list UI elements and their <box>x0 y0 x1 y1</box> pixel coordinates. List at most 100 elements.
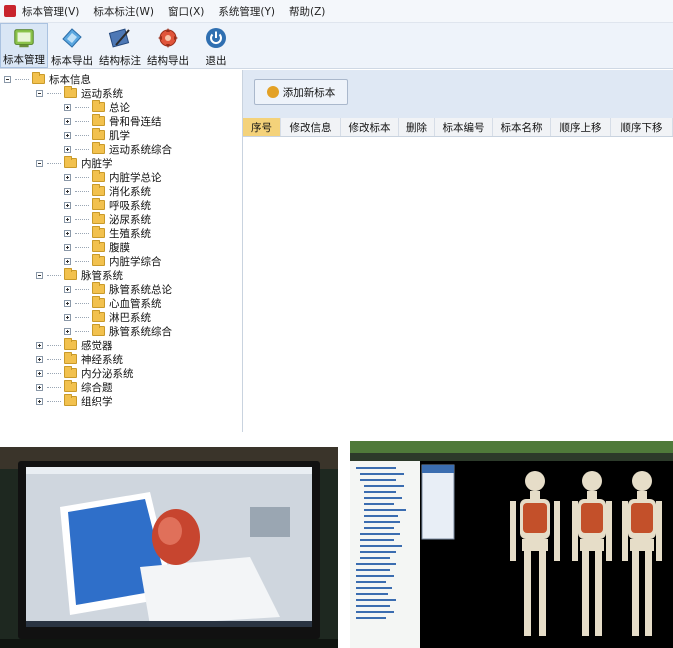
tree-leaf-label: 内脏学综合 <box>109 255 162 268</box>
expand-toggle-icon[interactable] <box>64 173 71 181</box>
expand-toggle-icon[interactable] <box>64 257 71 265</box>
tree-root[interactable]: 标本信息 <box>4 72 91 86</box>
tree-root-label: 标本信息 <box>49 73 91 86</box>
tree-leaf[interactable]: 骨和骨连结 <box>64 114 162 128</box>
tree-leaf[interactable]: 脉管系统综合 <box>64 324 172 338</box>
expand-toggle-icon[interactable] <box>64 327 71 335</box>
tree-leaf[interactable]: 腹膜 <box>64 240 130 254</box>
expand-toggle-icon[interactable] <box>64 243 71 251</box>
structure-export-label: 结构导出 <box>147 55 189 67</box>
tree-node-label: 内脏学 <box>81 157 113 170</box>
tree-node-vascular[interactable]: 脉管系统 <box>36 268 123 282</box>
folder-icon <box>92 296 105 308</box>
column-header-specimen-id[interactable]: 标本编号 <box>435 118 493 136</box>
expand-toggle-icon[interactable] <box>64 215 71 223</box>
menubar: 标本管理(V) 标本标注(W) 窗口(X) 系统管理(Y) 帮助(Z) <box>0 0 673 23</box>
expand-toggle-icon[interactable] <box>64 229 71 237</box>
expand-toggle-icon[interactable] <box>64 285 71 293</box>
expand-toggle-icon[interactable] <box>36 369 43 377</box>
expand-toggle-icon[interactable] <box>64 299 71 307</box>
folder-icon <box>64 380 77 392</box>
column-header-index[interactable]: 序号 <box>243 118 281 136</box>
column-header-specimen-name[interactable]: 标本名称 <box>493 118 551 136</box>
structure-export-button[interactable]: 结构导出 <box>144 23 192 68</box>
column-header-edit-specimen[interactable]: 修改标本 <box>341 118 399 136</box>
tree-leaf[interactable]: 淋巴系统 <box>64 310 151 324</box>
tree-leaf[interactable]: 泌尿系统 <box>64 212 151 226</box>
expand-toggle-icon[interactable] <box>36 397 43 405</box>
collapse-toggle-icon[interactable] <box>4 75 11 83</box>
collapse-toggle-icon[interactable] <box>36 271 43 279</box>
tree-node-histology[interactable]: 组织学 <box>36 394 113 408</box>
tree-node-viscera[interactable]: 内脏学 <box>36 156 113 170</box>
menu-specimen-annotate[interactable]: 标本标注(W) <box>93 4 154 19</box>
folder-icon <box>64 394 77 406</box>
expand-toggle-icon[interactable] <box>64 103 71 111</box>
tree-node-label: 组织学 <box>81 395 113 408</box>
tree-node-endocrine[interactable]: 内分泌系统 <box>36 366 134 380</box>
tree-node-comprehensive[interactable]: 综合题 <box>36 380 113 394</box>
expand-toggle-icon[interactable] <box>64 145 71 153</box>
folder-icon <box>92 226 105 238</box>
expand-toggle-icon[interactable] <box>36 355 43 363</box>
menu-system-manage[interactable]: 系统管理(Y) <box>218 4 275 19</box>
folder-icon <box>92 128 105 140</box>
tree-node-label: 脉管系统 <box>81 269 123 282</box>
expand-toggle-icon[interactable] <box>64 117 71 125</box>
tree-leaf[interactable]: 内脏学综合 <box>64 254 162 268</box>
column-header-delete[interactable]: 删除 <box>399 118 435 136</box>
folder-icon <box>92 114 105 126</box>
folder-icon <box>92 282 105 294</box>
folder-icon <box>92 170 105 182</box>
tree-leaf[interactable]: 生殖系统 <box>64 226 151 240</box>
expand-toggle-icon[interactable] <box>36 383 43 391</box>
tree-leaf[interactable]: 呼吸系统 <box>64 198 151 212</box>
tree-leaf[interactable]: 心血管系统 <box>64 296 162 310</box>
exit-button[interactable]: 退出 <box>192 23 240 68</box>
add-icon <box>266 86 279 98</box>
tree-node-nervous[interactable]: 神经系统 <box>36 352 123 366</box>
specimen-manage-button[interactable]: 标本管理 <box>0 23 48 68</box>
tree-leaf[interactable]: 肌学 <box>64 128 130 142</box>
collapse-toggle-icon[interactable] <box>36 159 43 167</box>
expand-toggle-icon[interactable] <box>36 341 43 349</box>
tree-node-label: 神经系统 <box>81 353 123 366</box>
specimen-manage-label: 标本管理 <box>3 54 45 66</box>
tree-node-motor-system[interactable]: 运动系统 <box>36 86 123 100</box>
folder-icon <box>92 184 105 196</box>
expand-toggle-icon[interactable] <box>64 187 71 195</box>
tree-leaf-label: 心血管系统 <box>109 297 162 310</box>
column-header-move-down[interactable]: 顺序下移 <box>611 118 673 136</box>
expand-toggle-icon[interactable] <box>64 313 71 321</box>
exit-label: 退出 <box>205 55 227 67</box>
folder-icon <box>64 338 77 350</box>
specimen-export-icon <box>62 28 82 48</box>
table-header: 序号 修改信息 修改标本 删除 标本编号 标本名称 顺序上移 顺序下移 <box>243 118 673 137</box>
add-specimen-button[interactable]: 添加新标本 <box>254 79 348 105</box>
structure-annotate-button[interactable]: 结构标注 <box>96 23 144 68</box>
menu-specimen-manage[interactable]: 标本管理(V) <box>22 4 79 19</box>
tree-leaf-label: 肌学 <box>109 129 130 142</box>
tree-leaf-label: 呼吸系统 <box>109 199 151 212</box>
tree-node-sensory[interactable]: 感觉器 <box>36 338 113 352</box>
expand-toggle-icon[interactable] <box>64 131 71 139</box>
tree-leaf[interactable]: 内脏学总论 <box>64 170 162 184</box>
collapse-toggle-icon[interactable] <box>36 89 43 97</box>
column-header-edit-info[interactable]: 修改信息 <box>281 118 341 136</box>
expand-toggle-icon[interactable] <box>64 201 71 209</box>
structure-annotate-icon <box>108 28 130 48</box>
column-header-move-up[interactable]: 顺序上移 <box>551 118 611 136</box>
specimen-app-window: 标本管理(V) 标本标注(W) 窗口(X) 系统管理(Y) 帮助(Z) 标本管理… <box>0 0 673 432</box>
tree-leaf[interactable]: 总论 <box>64 100 130 114</box>
menu-window[interactable]: 窗口(X) <box>168 4 204 19</box>
specimen-export-button[interactable]: 标本导出 <box>48 23 96 68</box>
tree-leaf[interactable]: 运动系统综合 <box>64 142 172 156</box>
specimen-export-label: 标本导出 <box>51 55 93 67</box>
toolbar: 标本管理 标本导出 结构标注 结构导出 退出 <box>0 23 673 69</box>
tree-leaf[interactable]: 消化系统 <box>64 184 151 198</box>
specimen-tree: 标本信息 运动系统 总论 骨和骨连结 肌学 运动系统综合 内脏学 内脏学总论 消… <box>0 70 243 432</box>
menu-help[interactable]: 帮助(Z) <box>289 4 325 19</box>
folder-icon <box>92 142 105 154</box>
tree-leaf[interactable]: 脉管系统总论 <box>64 282 172 296</box>
tree-leaf-label: 消化系统 <box>109 185 151 198</box>
